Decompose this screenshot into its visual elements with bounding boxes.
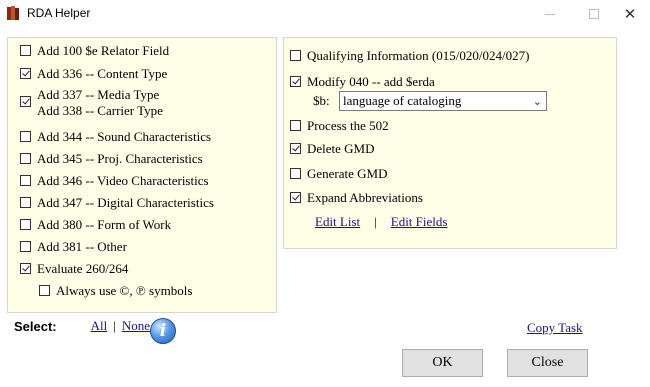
option-label: Evaluate 260/264 bbox=[37, 261, 129, 276]
option-label-line2: Add 338 -- Carrier Type bbox=[37, 103, 163, 118]
checkbox[interactable] bbox=[290, 50, 301, 61]
option-label: Delete GMD bbox=[307, 141, 375, 156]
option-add-100[interactable]: Add 100 $e Relator Field bbox=[20, 43, 169, 59]
right-links: Edit List | Edit Fields bbox=[315, 214, 447, 230]
select-separator: | bbox=[113, 318, 116, 333]
option-label: Add 381 -- Other bbox=[37, 239, 127, 254]
option-qualifying-information[interactable]: Qualifying Information (015/020/024/027) bbox=[290, 48, 529, 64]
option-label-line1: Add 337 -- Media Type bbox=[37, 87, 160, 102]
option-evaluate-260-264[interactable]: Evaluate 260/264 bbox=[20, 261, 128, 277]
checkbox[interactable] bbox=[20, 96, 31, 107]
link-separator: | bbox=[374, 214, 377, 229]
minimize-icon bbox=[545, 13, 555, 15]
ok-button[interactable]: OK bbox=[402, 349, 483, 377]
dropdown-value: language of cataloging bbox=[343, 93, 462, 108]
option-add-380[interactable]: Add 380 -- Form of Work bbox=[20, 217, 171, 233]
select-bar: Select: All | None bbox=[14, 318, 150, 334]
close-button[interactable]: Close bbox=[507, 349, 588, 377]
option-label: Generate GMD bbox=[307, 166, 388, 181]
edit-list-link[interactable]: Edit List bbox=[315, 214, 360, 230]
title-bar: RDA Helper ✕ bbox=[0, 0, 650, 28]
option-label: Always use ©, ℗ symbols bbox=[56, 283, 193, 298]
window-title: RDA Helper bbox=[27, 6, 91, 20]
language-dropdown[interactable]: language of cataloging ⌄ bbox=[339, 91, 547, 111]
checkbox[interactable] bbox=[290, 143, 301, 154]
close-icon: ✕ bbox=[623, 5, 637, 23]
option-add-344[interactable]: Add 344 -- Sound Characteristics bbox=[20, 129, 211, 145]
checkbox[interactable] bbox=[20, 175, 31, 186]
option-label: Add 100 $e Relator Field bbox=[37, 43, 170, 58]
option-add-336[interactable]: Add 336 -- Content Type bbox=[20, 66, 167, 82]
checkbox[interactable] bbox=[20, 131, 31, 142]
option-delete-gmd[interactable]: Delete GMD bbox=[290, 141, 375, 157]
option-modify-040[interactable]: Modify 040 -- add $erda bbox=[290, 74, 435, 90]
subfield-b-label: $b: bbox=[313, 93, 330, 108]
checkbox[interactable] bbox=[290, 120, 301, 131]
option-label: Add 345 -- Proj. Characteristics bbox=[37, 151, 203, 166]
option-add-381[interactable]: Add 381 -- Other bbox=[20, 239, 127, 255]
option-label: Add 380 -- Form of Work bbox=[37, 217, 172, 232]
option-label: Expand Abbreviations bbox=[307, 190, 423, 205]
select-label: Select: bbox=[14, 318, 57, 334]
option-add-347[interactable]: Add 347 -- Digital Characteristics bbox=[20, 195, 214, 211]
books-icon bbox=[7, 6, 20, 20]
option-label: Process the 502 bbox=[307, 118, 389, 133]
checkbox[interactable] bbox=[20, 197, 31, 208]
copy-task-link[interactable]: Copy Task bbox=[527, 320, 583, 336]
option-label: Qualifying Information (015/020/024/027) bbox=[307, 48, 530, 63]
option-add-346[interactable]: Add 346 -- Video Characteristics bbox=[20, 173, 209, 189]
option-always-use-symbols[interactable]: Always use ©, ℗ symbols bbox=[39, 283, 192, 299]
option-generate-gmd[interactable]: Generate GMD bbox=[290, 166, 388, 182]
select-none-link[interactable]: None bbox=[122, 318, 150, 334]
option-label: Add 336 -- Content Type bbox=[37, 66, 168, 81]
maximize-icon bbox=[589, 9, 599, 19]
checkbox[interactable] bbox=[290, 76, 301, 87]
option-expand-abbreviations[interactable]: Expand Abbreviations bbox=[290, 190, 423, 206]
close-window-button[interactable]: ✕ bbox=[608, 0, 650, 28]
option-add-345[interactable]: Add 345 -- Proj. Characteristics bbox=[20, 151, 203, 167]
minimize-button[interactable] bbox=[528, 0, 572, 28]
checkbox[interactable] bbox=[20, 263, 31, 274]
info-icon[interactable]: i bbox=[150, 318, 176, 344]
checkbox[interactable] bbox=[20, 241, 31, 252]
option-label: Add 346 -- Video Characteristics bbox=[37, 173, 209, 188]
checkbox[interactable] bbox=[290, 168, 301, 179]
checkbox[interactable] bbox=[20, 219, 31, 230]
checkbox[interactable] bbox=[20, 153, 31, 164]
option-label: Add 344 -- Sound Characteristics bbox=[37, 129, 212, 144]
checkbox[interactable] bbox=[290, 192, 301, 203]
checkbox[interactable] bbox=[20, 45, 31, 56]
checkbox[interactable] bbox=[39, 285, 50, 296]
option-add-337-338[interactable]: Add 337 -- Media Type Add 338 -- Carrier… bbox=[20, 87, 163, 119]
option-label: Add 347 -- Digital Characteristics bbox=[37, 195, 214, 210]
checkbox[interactable] bbox=[20, 68, 31, 79]
option-label: Modify 040 -- add $erda bbox=[307, 74, 435, 89]
option-process-502[interactable]: Process the 502 bbox=[290, 118, 389, 134]
select-all-link[interactable]: All bbox=[91, 318, 108, 334]
chevron-down-icon: ⌄ bbox=[532, 95, 542, 108]
subfield-b-row: $b: language of cataloging ⌄ bbox=[313, 91, 547, 111]
edit-fields-link[interactable]: Edit Fields bbox=[391, 214, 448, 230]
